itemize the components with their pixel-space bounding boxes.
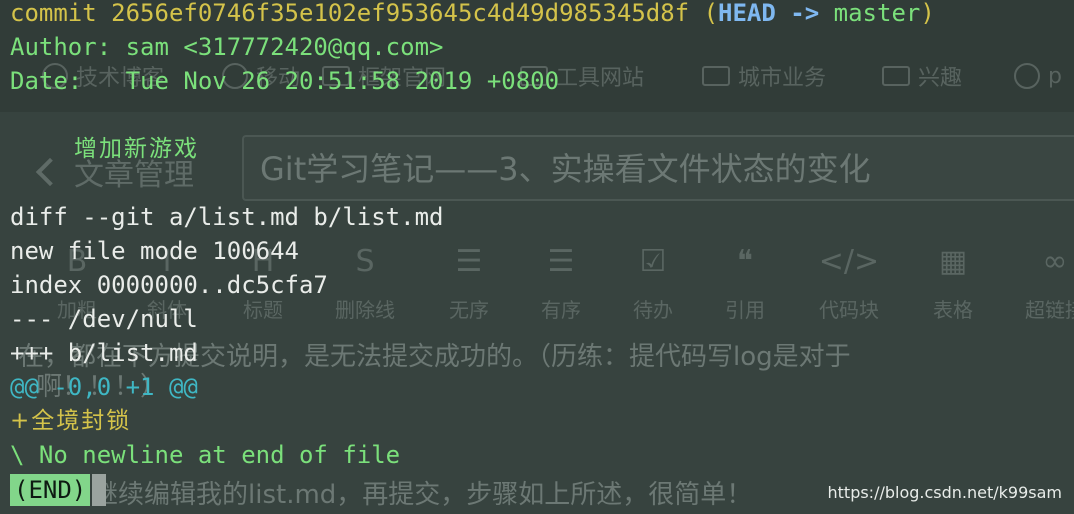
diff-header-line: +++ b/list.md — [10, 339, 198, 367]
ref-arrow: -> — [790, 0, 820, 27]
commit-line: commit 2656ef0746f35e102ef953645c4d49d98… — [10, 0, 935, 27]
date-line: Date: Tue Nov 26 20:51:58 2019 +0800 — [10, 67, 560, 95]
diff-header-line: new file mode 100644 — [10, 237, 299, 265]
commit-hash: 2656ef0746f35e102ef953645c4d49d985345d8f — [111, 0, 690, 27]
head-ref: HEAD — [718, 0, 776, 27]
author-line: Author: sam <317772420@qq.com> — [10, 33, 444, 61]
commit-label: commit — [10, 0, 97, 27]
no-newline-notice: \ No newline at end of file — [10, 441, 401, 469]
branch-name: master — [833, 0, 921, 27]
diff-header-line: diff --git a/list.md b/list.md — [10, 203, 444, 231]
diff-header-line: --- /dev/null — [10, 305, 198, 333]
commit-message: 增加新游戏 — [74, 136, 199, 162]
hunk-header: @@ -0,0 +1 @@ — [10, 373, 198, 401]
git-log-terminal[interactable]: commit 2656ef0746f35e102ef953645c4d49d98… — [0, 0, 1074, 514]
added-line: +全境封锁 — [10, 408, 132, 434]
pager-end-status: (END) — [10, 474, 91, 506]
diff-header-line: index 0000000..dc5cfa7 — [10, 271, 328, 299]
terminal-cursor[interactable] — [92, 474, 106, 506]
